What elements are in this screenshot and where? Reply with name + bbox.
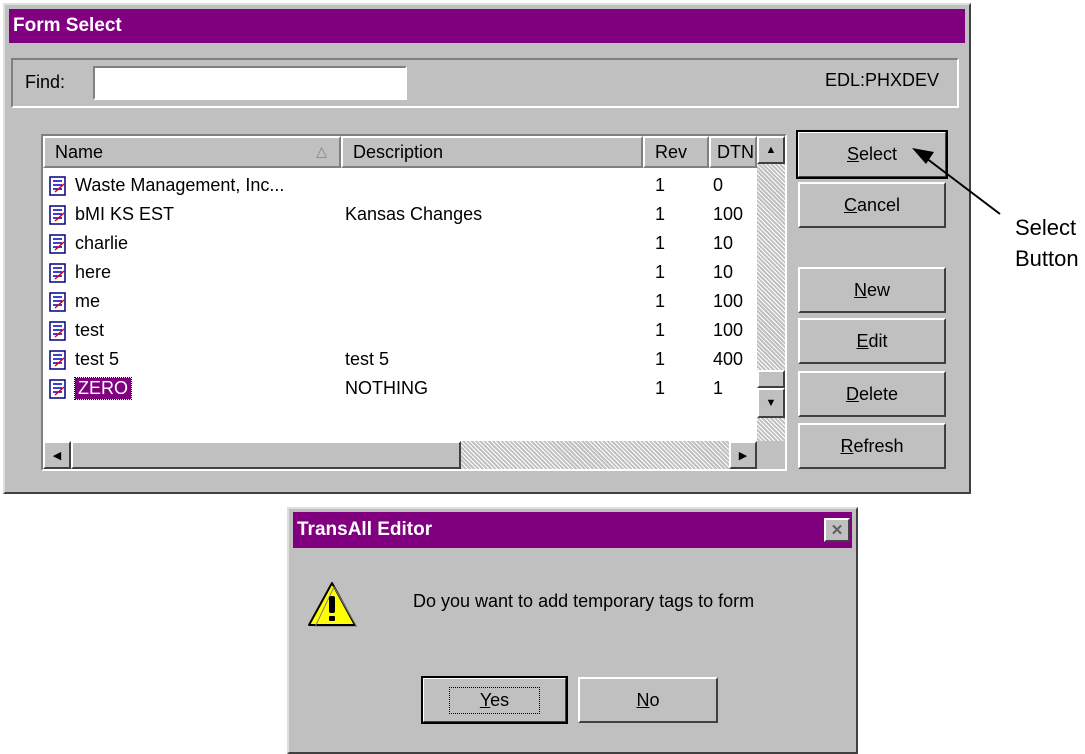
annotation-line-2: Button [1015, 246, 1079, 271]
new-button[interactable]: New [798, 267, 946, 313]
row-rev: 1 [655, 204, 666, 224]
row-name: test 5 [75, 349, 120, 369]
row-name: Waste Management, Inc... [75, 175, 285, 195]
close-icon[interactable]: ✕ [824, 518, 850, 542]
form-list-row[interactable]: here 1 10 [43, 259, 755, 288]
annotation-label: Select Button [1015, 212, 1079, 274]
connection-label: EDL:PHXDEV [824, 70, 939, 90]
form-document-icon [49, 263, 66, 283]
row-name: test [75, 320, 105, 340]
dialog-title: TransAll Editor [297, 519, 433, 540]
delete-button[interactable]: Delete [798, 371, 946, 417]
edit-button[interactable]: Edit [798, 318, 946, 364]
row-name: here [75, 262, 112, 282]
warning-icon [308, 582, 357, 627]
triangle-right-icon: ▶ [738, 449, 748, 462]
triangle-up-icon: ▲ [765, 144, 777, 156]
scroll-left-button[interactable]: ◀ [43, 441, 71, 469]
dialog-message: Do you want to add temporary tags to for… [413, 591, 755, 611]
column-header-dtn[interactable]: DTN [709, 136, 757, 168]
form-select-window: Form Select Find: EDL:PHXDEV Name △ Desc… [3, 3, 971, 494]
form-list-row[interactable]: charlie 1 10 [43, 230, 755, 259]
form-document-icon [49, 234, 66, 254]
row-rev: 1 [655, 349, 666, 369]
row-dtn: 100 [713, 204, 744, 224]
row-description: NOTHING [345, 378, 428, 398]
form-select-title: Form Select [13, 15, 122, 36]
sort-ascending-icon: △ [316, 143, 327, 159]
form-document-icon [49, 205, 66, 225]
refresh-button[interactable]: Refresh [798, 423, 946, 469]
row-name: charlie [75, 233, 129, 253]
row-rev: 1 [655, 291, 666, 311]
row-description: test 5 [345, 349, 390, 369]
find-label: Find: [25, 72, 66, 92]
form-list-row[interactable]: test 1 100 [43, 317, 755, 346]
row-name: ZERO [73, 377, 133, 400]
horizontal-scroll-thumb[interactable] [71, 441, 461, 469]
vertical-scroll-thumb[interactable] [757, 370, 785, 388]
row-rev: 1 [655, 378, 666, 398]
form-select-title-bar: Form Select [9, 9, 965, 43]
form-list-row[interactable]: Waste Management, Inc... 1 0 [43, 172, 755, 201]
form-list-row[interactable]: ZERO NOTHING 1 1 [43, 375, 755, 404]
triangle-down-icon: ▼ [765, 397, 777, 409]
no-button[interactable]: No [578, 677, 718, 723]
row-dtn: 400 [713, 349, 744, 369]
row-rev: 1 [655, 233, 666, 253]
row-rev: 1 [655, 262, 666, 282]
row-dtn: 1 [713, 378, 724, 398]
form-document-icon [49, 321, 66, 341]
scroll-down-button[interactable]: ▼ [757, 388, 785, 418]
annotation-line-1: Select [1015, 215, 1077, 240]
triangle-left-icon: ◀ [52, 449, 62, 462]
find-input[interactable] [93, 66, 407, 100]
row-name: me [75, 291, 101, 311]
form-document-icon [49, 350, 66, 370]
yes-button[interactable]: Yes [421, 676, 568, 724]
column-header-name[interactable]: Name △ [43, 136, 341, 168]
row-dtn: 100 [713, 291, 744, 311]
row-name: bMI KS EST [75, 204, 175, 224]
dialog-title-bar: TransAll Editor ✕ [293, 512, 852, 548]
find-panel: Find: EDL:PHXDEV [11, 58, 959, 108]
row-description: Kansas Changes [345, 204, 483, 224]
row-dtn: 0 [713, 175, 724, 195]
annotation-arrow [912, 148, 1001, 215]
row-rev: 1 [655, 320, 666, 340]
confirm-dialog: TransAll Editor ✕ Do you want to add tem… [287, 507, 858, 754]
form-list-row[interactable]: me 1 100 [43, 288, 755, 317]
form-list-row[interactable]: bMI KS EST Kansas Changes 1 100 [43, 201, 755, 230]
scroll-right-button[interactable]: ▶ [729, 441, 757, 469]
form-list-row[interactable]: test 5 test 5 1 400 [43, 346, 755, 375]
row-dtn: 10 [713, 262, 734, 282]
row-dtn: 100 [713, 320, 744, 340]
column-header-rev[interactable]: Rev [643, 136, 709, 168]
scrollbar-corner [757, 441, 785, 469]
row-dtn: 10 [713, 233, 734, 253]
form-document-icon [49, 292, 66, 312]
scroll-up-button[interactable]: ▲ [757, 136, 785, 164]
row-rev: 1 [655, 175, 666, 195]
form-list[interactable]: Name △ Description Rev DTN Waste Managem… [41, 134, 787, 471]
form-document-icon [49, 379, 66, 399]
column-header-description[interactable]: Description [341, 136, 643, 168]
form-document-icon [49, 176, 66, 196]
